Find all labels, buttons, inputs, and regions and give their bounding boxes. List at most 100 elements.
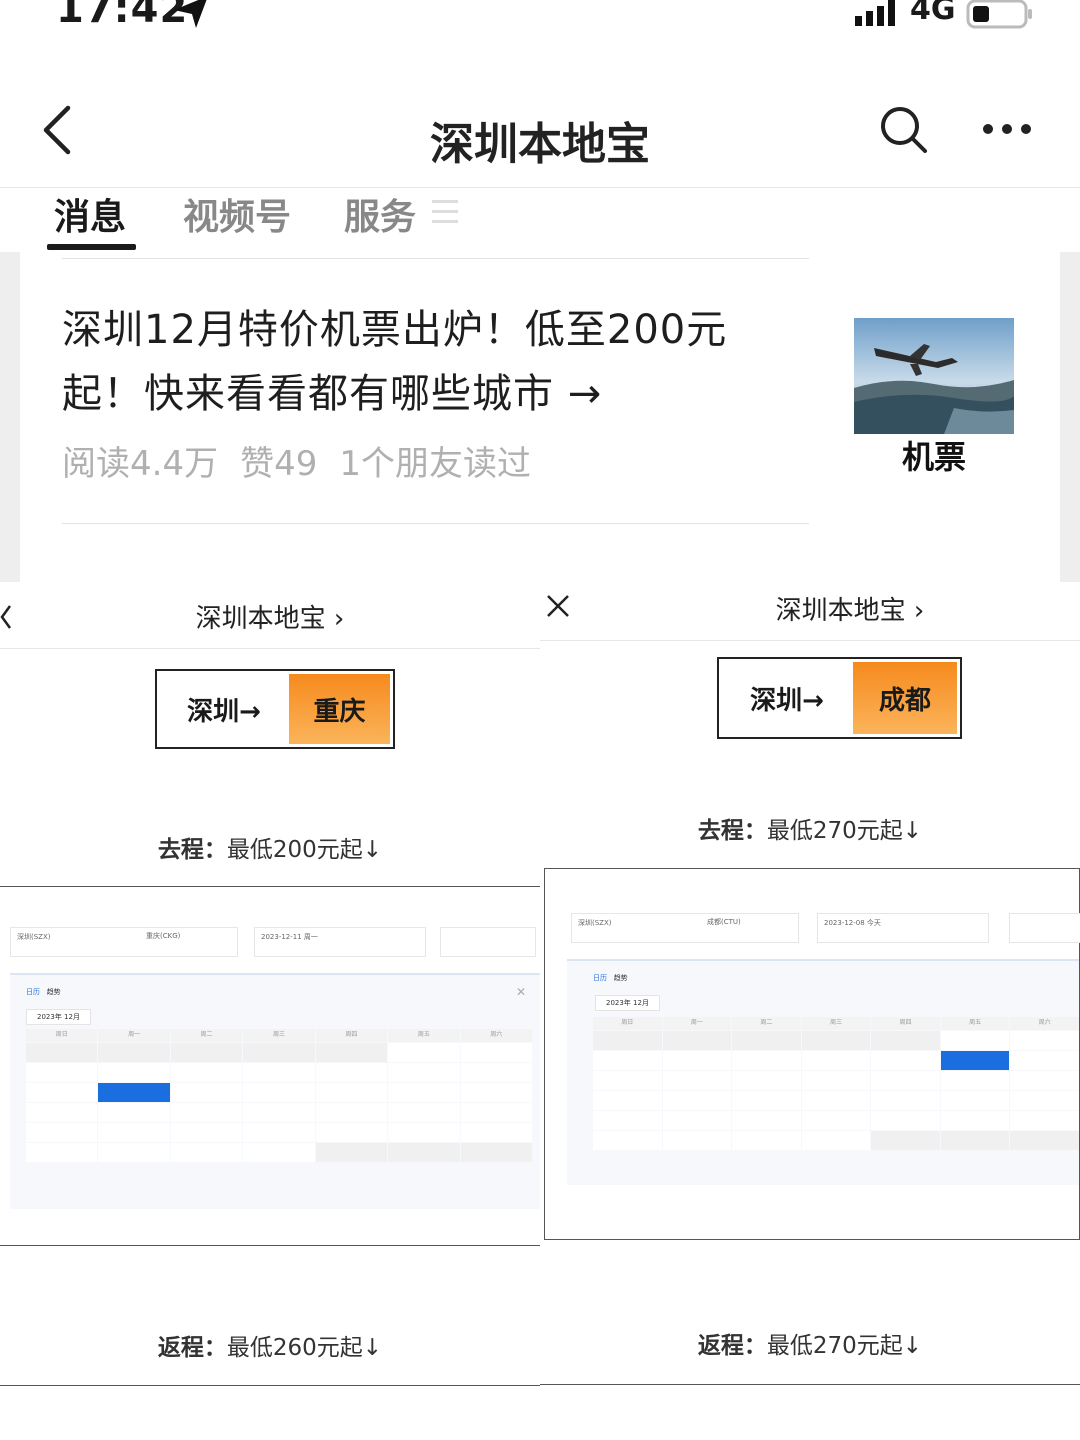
calendar-day-cell bbox=[315, 1123, 388, 1142]
calendar-day-cell bbox=[662, 1111, 732, 1130]
friends-read: 1个朋友读过 bbox=[339, 444, 531, 484]
calendar-weekday: 周四 bbox=[871, 1017, 940, 1030]
calendar-day-cell bbox=[243, 1083, 315, 1102]
menu-icon[interactable] bbox=[432, 198, 458, 226]
panel-header-title[interactable]: 深圳本地宝 › bbox=[0, 598, 540, 635]
tab-channels[interactable]: 视频号 bbox=[183, 188, 291, 240]
calendar-day-cell bbox=[243, 1143, 315, 1162]
calendar-day-cell bbox=[460, 1063, 532, 1082]
network-type: 4G bbox=[910, 0, 956, 27]
close-icon: ✕ bbox=[515, 985, 526, 999]
calendar-day-cell bbox=[388, 1083, 460, 1102]
tab-services[interactable]: 服务 bbox=[344, 188, 416, 240]
route-to: 成都 bbox=[853, 662, 957, 734]
calendar-day-cell bbox=[871, 1051, 940, 1070]
calendar-weekday: 周日 bbox=[593, 1017, 662, 1030]
article-title[interactable]: 深圳12月特价机票出炉！低至200元起！快来看看都有哪些城市 → bbox=[62, 298, 802, 426]
calendar-day-cell bbox=[460, 1143, 532, 1162]
battery-icon bbox=[966, 0, 1032, 29]
calendar-weekday: 周六 bbox=[460, 1029, 532, 1042]
side-strip-left bbox=[0, 252, 20, 582]
calendar-day-cell bbox=[315, 1103, 388, 1122]
date-field: 2023-12-08 今天 bbox=[817, 913, 989, 943]
calendar-day-cell bbox=[940, 1131, 1010, 1150]
calendar-day-cell bbox=[1010, 1091, 1079, 1110]
calendar-day-cell bbox=[170, 1103, 243, 1122]
calendar-day-cell bbox=[170, 1123, 243, 1142]
flight-search-form: 深圳(SZX) 成都(CTU) 2023-12-08 今天 bbox=[571, 913, 1080, 943]
calendar-day-cell bbox=[170, 1043, 243, 1062]
calendar-weekday: 周日 bbox=[26, 1029, 98, 1042]
tab-bar: 消息 视频号 服务 bbox=[0, 188, 1080, 252]
calendar-day-cell bbox=[732, 1131, 801, 1150]
calendar-grid-left: 周日 周一 周二 周三 周四 周五 周六 bbox=[26, 1029, 532, 1162]
panel-header-line bbox=[0, 648, 540, 649]
calendar-day-cell bbox=[593, 1071, 662, 1090]
calendar-weekday: 周四 bbox=[315, 1029, 388, 1042]
tab-active-indicator bbox=[47, 244, 136, 250]
date-field: 2023-12-11 周一 bbox=[254, 927, 426, 957]
return-label: 返程：最低270元起↓ bbox=[697, 1333, 923, 1359]
calendar-weekday: 周五 bbox=[388, 1029, 460, 1042]
calendar-day-cell bbox=[315, 1063, 388, 1082]
calendar-day-cell bbox=[871, 1111, 940, 1130]
calendar-day-cell bbox=[388, 1123, 460, 1142]
passenger-field bbox=[1009, 913, 1080, 943]
calendar-weekday: 周三 bbox=[243, 1029, 315, 1042]
calendar-day-cell bbox=[662, 1071, 732, 1090]
calendar-day-cell bbox=[871, 1131, 940, 1150]
to-city-field: 重庆(CKG) bbox=[146, 932, 181, 940]
tab-messages[interactable]: 消息 bbox=[54, 188, 126, 240]
calendar-weekday: 周二 bbox=[732, 1017, 801, 1030]
outbound-label: 去程：最低200元起↓ bbox=[157, 837, 383, 863]
calendar-screenshot-outbound: 深圳(SZX) 成都(CTU) 2023-12-08 今天 日历 趋势 2023… bbox=[544, 868, 1080, 1240]
panel-header-title[interactable]: 深圳本地宝 › bbox=[580, 590, 1080, 627]
calendar-day-cell bbox=[170, 1063, 243, 1082]
calendar-day-cell bbox=[98, 1083, 170, 1102]
more-icon[interactable] bbox=[982, 122, 1034, 136]
calendar-day-cell bbox=[388, 1043, 460, 1062]
calendar-day-cell bbox=[388, 1143, 460, 1162]
calendar-day-cell bbox=[801, 1051, 871, 1070]
calendar-day-cell bbox=[315, 1083, 388, 1102]
calendar-day-cell bbox=[460, 1083, 532, 1102]
side-strip-right bbox=[1060, 252, 1080, 582]
route-from: 深圳→ bbox=[750, 685, 824, 716]
panel-header-line bbox=[540, 640, 1080, 641]
calendar-day-cell bbox=[940, 1091, 1010, 1110]
thumbnail-caption: 机票 bbox=[901, 438, 966, 476]
calendar-day-cell bbox=[801, 1111, 871, 1130]
calendar-tabs: 日历 趋势 bbox=[593, 974, 628, 982]
outbound-label: 去程：最低270元起↓ bbox=[697, 818, 923, 844]
calendar-day-cell bbox=[1010, 1071, 1079, 1090]
close-icon[interactable] bbox=[546, 594, 570, 618]
calendar-day-cell bbox=[243, 1123, 315, 1142]
search-icon[interactable] bbox=[878, 104, 930, 156]
calendar-day-cell bbox=[460, 1043, 532, 1062]
article-meta: 阅读4.4万 赞49 1个朋友读过 bbox=[62, 436, 553, 485]
location-arrow-icon bbox=[174, 0, 207, 28]
article-thumbnail[interactable] bbox=[854, 318, 1014, 434]
calendar-weekday: 周六 bbox=[1010, 1017, 1079, 1030]
calendar-weekday: 周二 bbox=[170, 1029, 243, 1042]
calendar-day-cell bbox=[388, 1103, 460, 1122]
calendar-day-cell bbox=[593, 1031, 662, 1050]
calendar-day-cell bbox=[243, 1063, 315, 1082]
calendar-day-cell bbox=[243, 1103, 315, 1122]
calendar-day-cell bbox=[801, 1071, 871, 1090]
calendar-day-cell bbox=[1010, 1031, 1079, 1050]
calendar-day-cell bbox=[1010, 1111, 1079, 1130]
calendar-day-cell bbox=[26, 1043, 98, 1062]
calendar-day-cell bbox=[593, 1091, 662, 1110]
calendar-day-cell bbox=[460, 1123, 532, 1142]
calendar-day-cell bbox=[732, 1051, 801, 1070]
signal-icon bbox=[855, 0, 895, 26]
status-bar: 17:42 4G bbox=[0, 0, 1080, 40]
calendar-day-cell bbox=[170, 1083, 243, 1102]
calendar-day-cell bbox=[26, 1143, 98, 1162]
calendar-day-cell bbox=[940, 1111, 1010, 1130]
next-screenshot-edge bbox=[0, 1385, 540, 1386]
calendar-grid-right: 周日 周一 周二 周三 周四 周五 周六 bbox=[593, 1017, 1079, 1150]
calendar-day-cell bbox=[26, 1103, 98, 1122]
flight-search-form: 深圳(SZX) 重庆(CKG) 2023-12-11 周一 bbox=[10, 927, 540, 957]
